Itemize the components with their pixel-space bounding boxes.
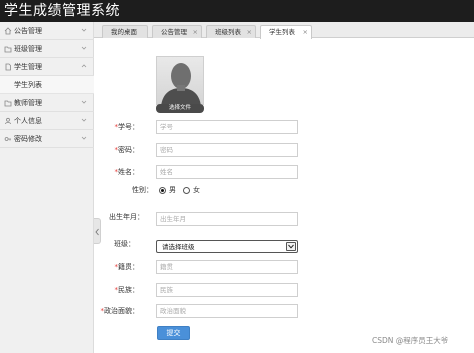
class-select[interactable]: 请选择班级: [156, 240, 298, 253]
political-status-label: *政治面貌：: [100, 307, 140, 315]
choose-file-button[interactable]: 选择文件: [156, 104, 204, 113]
password-label: *密码：: [114, 146, 140, 154]
close-icon[interactable]: ×: [193, 27, 198, 37]
class-label: 班级：: [114, 240, 135, 248]
tab-label: 学生列表: [269, 28, 295, 36]
birth-month-input[interactable]: [156, 212, 298, 226]
student-no-input[interactable]: [156, 120, 298, 134]
tab-notice-manage[interactable]: 公告管理 ×: [152, 25, 202, 38]
user-icon: [4, 117, 12, 125]
sidebar-subitem-label: 学生列表: [14, 81, 42, 89]
chevron-down-icon: [80, 116, 88, 124]
chevron-up-icon: [80, 62, 88, 70]
gender-label: 性别：: [132, 186, 153, 194]
avatar-preview: [156, 56, 204, 105]
chevron-down-icon: [80, 26, 88, 34]
app-title: 学生成绩管理系统: [4, 3, 120, 19]
chevron-down-icon: [80, 134, 88, 142]
close-icon[interactable]: ×: [247, 27, 252, 37]
close-icon[interactable]: ×: [303, 27, 308, 37]
tab-student-list[interactable]: 学生列表 ×: [260, 25, 312, 39]
sidebar-subitem-student-list[interactable]: 学生列表: [0, 76, 94, 94]
tab-class-list[interactable]: 班级列表 ×: [206, 25, 256, 38]
sidebar-collapse-handle[interactable]: [94, 218, 101, 244]
chevron-down-icon: [80, 98, 88, 106]
sidebar-item-class[interactable]: 班级管理: [0, 40, 94, 58]
password-input[interactable]: [156, 143, 298, 157]
sidebar-item-password[interactable]: 密码修改: [0, 130, 94, 148]
sidebar-item-student[interactable]: 学生管理: [0, 58, 94, 76]
home-icon: [4, 27, 12, 35]
sidebar-item-label: 公告管理: [14, 27, 42, 35]
name-input[interactable]: [156, 165, 298, 179]
document-icon: [4, 63, 12, 71]
chevron-left-icon: [95, 228, 99, 236]
key-icon: [4, 135, 12, 143]
ethnicity-label: *民族：: [114, 286, 140, 294]
gender-female-radio[interactable]: [183, 187, 190, 194]
folder-icon: [4, 45, 12, 53]
folder-icon: [4, 99, 12, 107]
sidebar-item-label: 学生管理: [14, 63, 42, 71]
gender-female-label: 女: [193, 186, 200, 194]
sidebar-item-notice[interactable]: 公告管理: [0, 22, 94, 40]
app-header: 学生成绩管理系统: [0, 0, 474, 22]
sidebar-item-teacher[interactable]: 教师管理: [0, 94, 94, 112]
sidebar: 公告管理 班级管理 学生管理 学生列表 教师管理 个人信息 密码修改: [0, 22, 94, 353]
ethnicity-input[interactable]: [156, 283, 298, 297]
chevron-down-icon: [80, 44, 88, 52]
political-status-input[interactable]: [156, 304, 298, 318]
sidebar-item-label: 密码修改: [14, 135, 42, 143]
gender-male-label: 男: [169, 186, 176, 194]
sidebar-item-profile[interactable]: 个人信息: [0, 112, 94, 130]
gender-male-radio[interactable]: [159, 187, 166, 194]
class-select-value: 请选择班级: [162, 243, 195, 251]
tab-label: 公告管理: [161, 28, 187, 36]
native-place-label: *籍贯：: [114, 263, 140, 271]
student-no-label: *学号：: [114, 123, 140, 131]
tab-bar: 我的桌面 公告管理 × 班级列表 × 学生列表 ×: [94, 22, 474, 39]
sidebar-item-label: 班级管理: [14, 45, 42, 53]
tab-label: 我的桌面: [111, 28, 137, 36]
sidebar-item-label: 个人信息: [14, 117, 42, 125]
submit-button[interactable]: 提交: [157, 326, 190, 340]
native-place-input[interactable]: [156, 260, 298, 274]
tab-my-desktop[interactable]: 我的桌面: [102, 25, 148, 38]
watermark: CSDN @程序员王大爷: [372, 336, 449, 345]
chevron-down-icon: [286, 242, 296, 251]
birth-month-label: 出生年月：: [109, 213, 144, 221]
sidebar-item-label: 教师管理: [14, 99, 42, 107]
tab-label: 班级列表: [215, 28, 241, 36]
name-label: *姓名：: [114, 168, 140, 176]
